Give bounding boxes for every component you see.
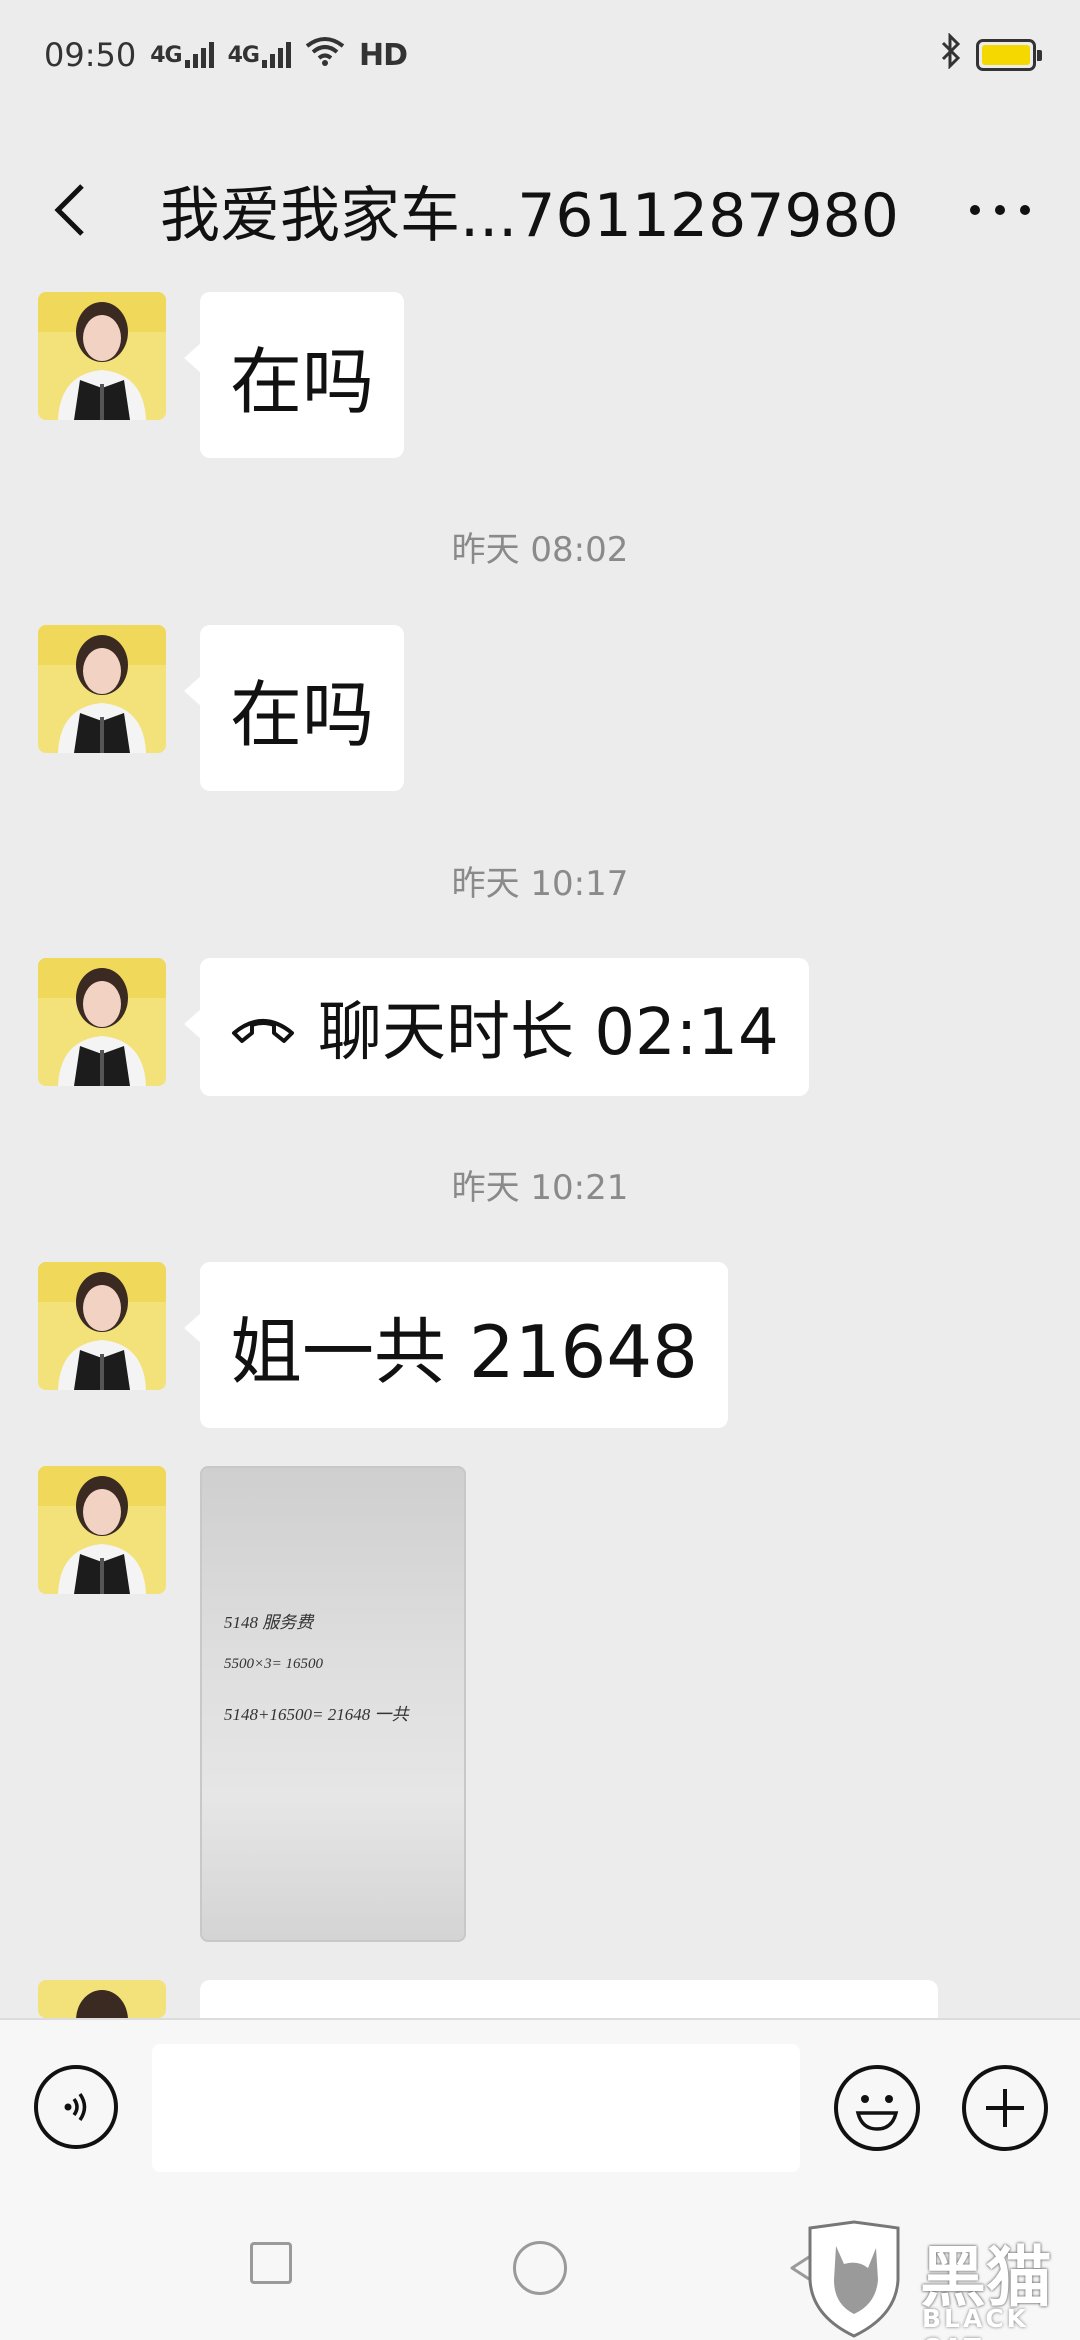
battery-fill: [982, 45, 1030, 65]
message-input[interactable]: [152, 2044, 800, 2172]
hd-label: HD: [358, 37, 408, 73]
message-text: 在吗: [230, 339, 375, 424]
message-row: 在吗: [38, 625, 405, 791]
message-row: 聊天时长 02:14: [38, 958, 809, 1096]
call-duration-text: 聊天时长 02:14: [318, 996, 779, 1070]
status-right: [940, 32, 1042, 77]
avatar[interactable]: [38, 1262, 166, 1390]
handwriting-line: 5148+16500= 21648 一共: [224, 1705, 410, 1724]
signal-icon: 4G: [150, 42, 214, 68]
avatar[interactable]: [38, 1980, 166, 2018]
message-row-partial: [38, 1980, 938, 2018]
phone-hangup-icon: [230, 1007, 296, 1047]
status-left: 09:50 4G 4G HD: [44, 36, 408, 74]
chat-header: 我爱我家车...7611287980: [0, 110, 1080, 310]
home-circle-icon[interactable]: [513, 2241, 567, 2295]
message-timestamp: 昨天 08:02: [451, 530, 629, 570]
call-bubble[interactable]: 聊天时长 02:14: [184, 958, 809, 1096]
status-bar: 09:50 4G 4G HD: [0, 0, 1080, 110]
emoji-icon[interactable]: [834, 2065, 920, 2151]
message-bubble[interactable]: 在吗: [183, 625, 405, 791]
signal-icon: 4G: [228, 42, 291, 68]
chevron-left-icon[interactable]: [40, 170, 100, 250]
status-time: 09:50: [44, 36, 137, 74]
avatar[interactable]: [38, 958, 166, 1086]
wifi-icon: [305, 36, 345, 74]
message-text: 姐一共 21648: [230, 1309, 698, 1394]
message-bubble[interactable]: 姐一共 21648: [184, 1262, 728, 1428]
handwriting-line: 5148 服务费: [224, 1613, 315, 1632]
battery-icon: [976, 39, 1042, 71]
message-timestamp: 昨天 10:17: [451, 864, 629, 904]
recents-square-icon[interactable]: [250, 2242, 292, 2284]
handwriting-line: 5500×3= 16500: [224, 1656, 323, 1672]
more-dots-icon[interactable]: [960, 180, 1040, 240]
message-timestamp: 昨天 10:21: [451, 1168, 629, 1208]
avatar[interactable]: [38, 1466, 166, 1594]
image-message[interactable]: 5148 服务费 5500×3= 16500 5148+16500= 21648…: [200, 1466, 466, 1942]
black-cat-logo-icon: [808, 2220, 900, 2338]
message-text: 在吗: [230, 672, 375, 757]
message-row: 姐一共 21648: [38, 1262, 728, 1428]
message-bubble[interactable]: 在吗: [183, 292, 405, 458]
voice-icon[interactable]: [34, 2065, 118, 2149]
input-bar: [0, 2018, 1080, 2198]
message-row: 5148 服务费 5500×3= 16500 5148+16500= 21648…: [38, 1466, 466, 1942]
chat-title: 我爱我家车...7611287980: [160, 180, 899, 251]
plus-icon[interactable]: [962, 2065, 1048, 2151]
bluetooth-icon: [940, 32, 962, 77]
avatar[interactable]: [38, 292, 166, 420]
message-row: 在吗: [38, 292, 405, 458]
watermark-en: BLACK CAT: [922, 2304, 1030, 2340]
message-bubble[interactable]: [200, 1980, 938, 2018]
black-cat-watermark: 黑猫 BLACK CAT: [796, 2220, 1080, 2340]
avatar[interactable]: [38, 625, 166, 753]
